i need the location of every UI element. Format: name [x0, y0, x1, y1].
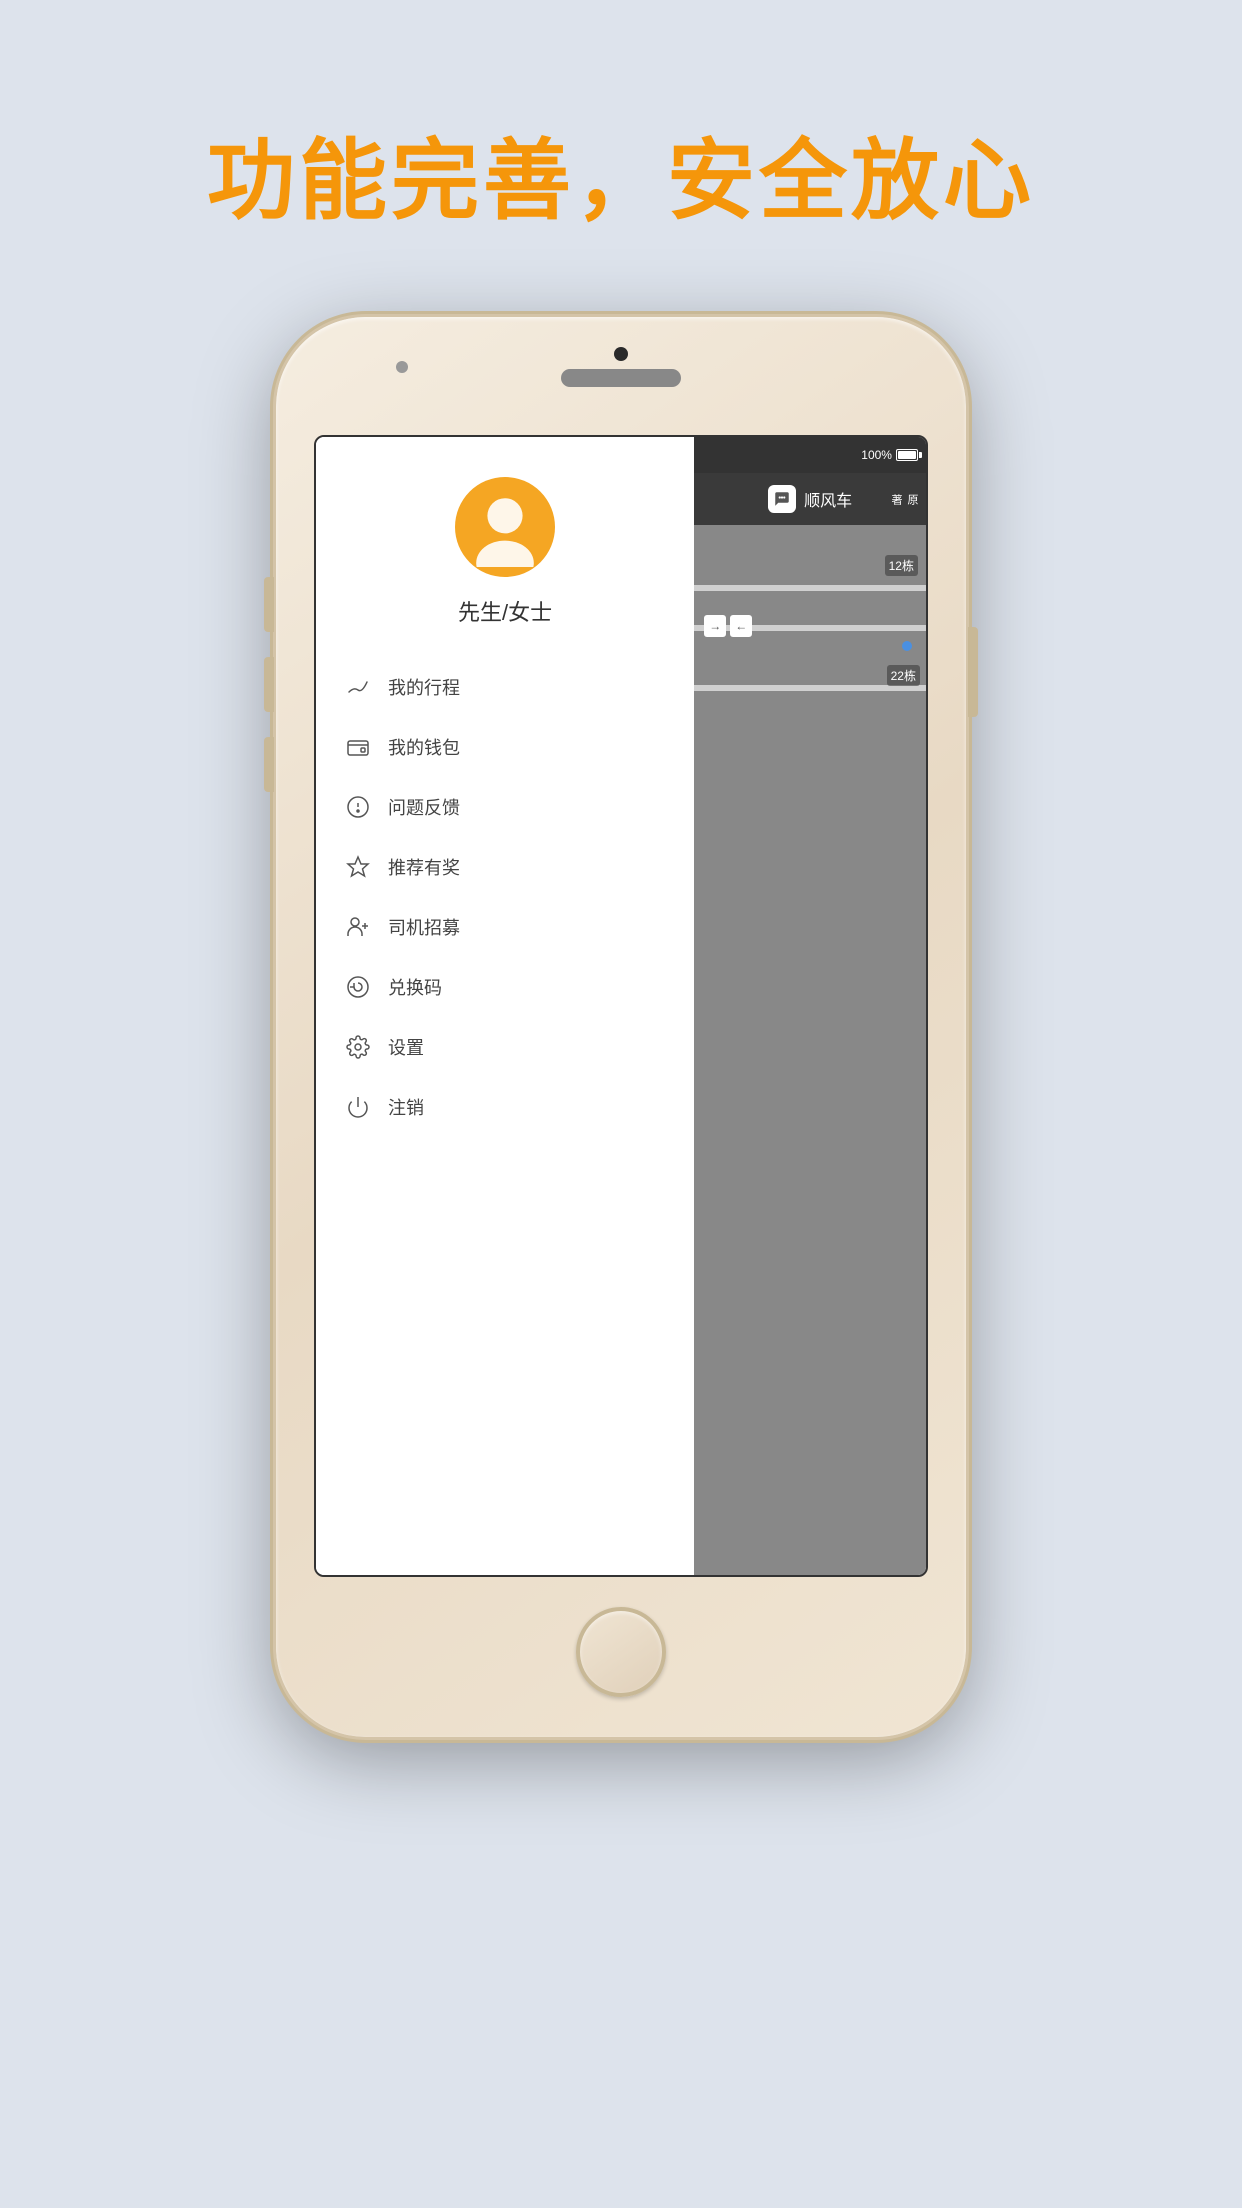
- menu-label-driver-recruit: 司机招募: [388, 914, 460, 940]
- arrow-right-btn[interactable]: →: [704, 615, 726, 637]
- menu-item-settings[interactable]: 设置: [316, 1017, 694, 1077]
- wallet-icon: [344, 733, 372, 761]
- menu-label-feedback: 问题反馈: [388, 794, 460, 820]
- avatar-icon: [465, 487, 545, 567]
- chat-icon: [773, 490, 791, 508]
- menu-item-redeem-code[interactable]: 兑换码: [316, 957, 694, 1017]
- map-road-1: [694, 585, 926, 591]
- location-dot: [902, 641, 912, 651]
- menu-label-my-trips: 我的行程: [388, 674, 460, 700]
- power-icon: [344, 1093, 372, 1121]
- battery-percent: 100%: [861, 448, 892, 462]
- avatar[interactable]: [455, 477, 555, 577]
- user-name: 先生/女士: [458, 595, 552, 627]
- settings-icon: [344, 1033, 372, 1061]
- person-add-icon: [344, 913, 372, 941]
- map-status-bar: 100%: [694, 437, 926, 473]
- page-title: 功能完善，安全放心: [207, 110, 1035, 237]
- menu-item-driver-recruit[interactable]: 司机招募: [316, 897, 694, 957]
- menu-list: 我的行程 我的钱包: [316, 657, 694, 1137]
- phone-top-area: [561, 347, 681, 387]
- home-button[interactable]: [576, 1607, 666, 1697]
- menu-label-logout: 注销: [388, 1094, 424, 1120]
- arrow-left-btn[interactable]: ←: [730, 615, 752, 637]
- battery-icon: [896, 449, 918, 461]
- menu-label-recommend: 推荐有奖: [388, 854, 460, 880]
- menu-panel: 先生/女士 我的行程: [316, 437, 694, 1575]
- chat-bubble-icon[interactable]: [768, 485, 796, 513]
- menu-item-my-trips[interactable]: 我的行程: [316, 657, 694, 717]
- menu-item-my-wallet[interactable]: 我的钱包: [316, 717, 694, 777]
- map-footer-label: 原著: [888, 494, 920, 505]
- menu-item-logout[interactable]: 注销: [316, 1077, 694, 1137]
- map-label-22dong: 22栋: [887, 665, 920, 686]
- phone-shell: 先生/女士 我的行程: [276, 317, 966, 1737]
- menu-label-my-wallet: 我的钱包: [388, 734, 460, 760]
- star-icon: [344, 853, 372, 881]
- speaker-grill: [561, 369, 681, 387]
- screen-content: 先生/女士 我的行程: [316, 437, 926, 1575]
- route-icon: [344, 673, 372, 701]
- page-background: 功能完善，安全放心: [0, 0, 1242, 2208]
- map-title: 顺风车: [804, 487, 852, 511]
- front-sensor: [396, 361, 408, 373]
- map-label-12dong: 12栋: [885, 555, 918, 576]
- map-nav-arrows: → ←: [704, 615, 752, 637]
- menu-label-redeem-code: 兑换码: [388, 974, 442, 1000]
- map-panel: 100%: [694, 437, 926, 1575]
- refresh-circle-icon: [344, 973, 372, 1001]
- camera-dot: [614, 347, 628, 361]
- menu-item-feedback[interactable]: 问题反馈: [316, 777, 694, 837]
- menu-label-settings: 设置: [388, 1034, 424, 1060]
- menu-item-recommend[interactable]: 推荐有奖: [316, 837, 694, 897]
- feedback-icon: [344, 793, 372, 821]
- phone-screen: 先生/女士 我的行程: [314, 435, 928, 1577]
